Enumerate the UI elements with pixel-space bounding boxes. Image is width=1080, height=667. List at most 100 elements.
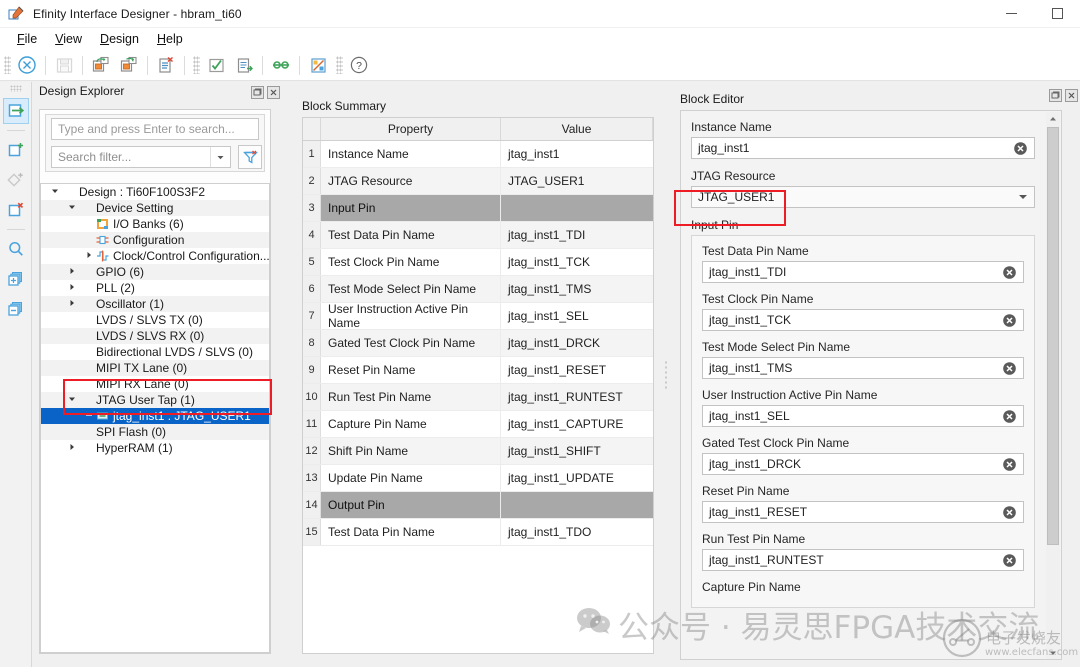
table-row[interactable]: 5Test Clock Pin Namejtag_inst1_TCK [303,249,653,276]
toolbar-grip[interactable] [336,56,343,74]
generate-report-icon[interactable] [230,52,258,78]
chevron-down-icon[interactable] [49,187,61,197]
funnel-filter-icon[interactable] [238,145,262,169]
clear-field-icon[interactable] [1002,553,1017,568]
tree-item[interactable]: HyperRAM (1) [41,440,269,456]
tree-item[interactable]: Device Setting [41,200,269,216]
tree-item[interactable]: JTAG User Tap (1) [41,392,269,408]
block-editor-scrollbar[interactable] [1046,112,1060,660]
new-diamond-icon[interactable] [3,167,29,193]
maximize-button[interactable] [1034,0,1080,28]
tree-item[interactable]: jtag_inst1 : JTAG_USER1 [41,408,269,424]
tree-item[interactable]: I/O Banks (6) [41,216,269,232]
instance-name-field[interactable]: jtag_inst1 [691,137,1035,159]
table-row[interactable]: 2JTAG ResourceJTAG_USER1 [303,168,653,195]
table-row[interactable]: 13Update Pin Namejtag_inst1_UPDATE [303,465,653,492]
new-instance-icon[interactable] [3,137,29,163]
pin-name-field[interactable]: jtag_inst1_TDI [702,261,1024,283]
table-row[interactable]: 6Test Mode Select Pin Namejtag_inst1_TMS [303,276,653,303]
scroll-down-arrow-icon[interactable] [1046,646,1060,660]
expand-all-icon[interactable] [3,266,29,292]
pin-name-field[interactable]: jtag_inst1_DRCK [702,453,1024,475]
clear-field-icon[interactable] [1002,409,1017,424]
chevron-right-icon[interactable] [66,299,78,309]
float-panel-icon[interactable] [251,86,264,99]
floorplan-icon[interactable] [304,52,332,78]
tree-leaf-marker[interactable] [83,411,95,421]
toolbar-grip[interactable] [4,56,11,74]
clear-field-icon[interactable] [1002,457,1017,472]
tree-item[interactable]: GPIO (6) [41,264,269,280]
link-icon[interactable] [267,52,295,78]
close-panel-icon[interactable] [267,86,280,99]
table-row[interactable]: 1Instance Namejtag_inst1 [303,141,653,168]
export-icon[interactable] [115,52,143,78]
pin-name-field[interactable]: jtag_inst1_RUNTEST [702,549,1024,571]
clear-field-icon[interactable] [1002,313,1017,328]
table-row[interactable]: 8Gated Test Clock Pin Namejtag_inst1_DRC… [303,330,653,357]
menu-design[interactable]: Design [91,30,148,48]
chevron-right-icon[interactable] [66,267,78,277]
pin-name-field[interactable]: jtag_inst1_RESET [702,501,1024,523]
panel-splitter[interactable] [664,360,669,390]
clear-field-icon[interactable] [1002,265,1017,280]
pin-name-value: jtag_inst1_SEL [709,409,790,423]
tree-item[interactable]: Configuration [41,232,269,248]
jtag-resource-combo[interactable]: JTAG_USER1 [691,186,1035,208]
pin-name-field[interactable]: jtag_inst1_TCK [702,309,1024,331]
delete-document-icon[interactable] [152,52,180,78]
tree-item[interactable]: LVDS / SLVS TX (0) [41,312,269,328]
collapse-all-icon[interactable] [3,296,29,322]
pin-name-field[interactable]: jtag_inst1_TMS [702,357,1024,379]
chevron-right-icon[interactable] [66,443,78,453]
tree-item[interactable]: MIPI TX Lane (0) [41,360,269,376]
search-input[interactable] [51,118,259,140]
search-icon[interactable] [3,236,29,262]
save-icon[interactable] [50,52,78,78]
minimize-button[interactable] [988,0,1034,28]
clear-field-icon[interactable] [1002,505,1017,520]
table-row[interactable]: 7User Instruction Active Pin Namejtag_in… [303,303,653,330]
table-row[interactable]: 9Reset Pin Namejtag_inst1_RESET [303,357,653,384]
tree-item[interactable]: Clock/Control Configuration... [41,248,269,264]
table-row[interactable]: 3Input Pin [303,195,653,222]
add-block-icon[interactable] [3,98,29,124]
left-strip-grip[interactable] [10,85,22,92]
table-row[interactable]: 14Output Pin [303,492,653,519]
clear-field-icon[interactable] [1013,141,1028,156]
menu-view[interactable]: View [46,30,91,48]
tree-item[interactable]: LVDS / SLVS RX (0) [41,328,269,344]
chevron-right-icon[interactable] [66,283,78,293]
tree-item[interactable]: Bidirectional LVDS / SLVS (0) [41,344,269,360]
search-filter-combo[interactable]: Search filter... [51,146,231,168]
help-icon[interactable]: ? [345,52,373,78]
table-row[interactable]: 11Capture Pin Namejtag_inst1_CAPTURE [303,411,653,438]
table-row[interactable]: 15Test Data Pin Namejtag_inst1_TDO [303,519,653,546]
chevron-down-icon[interactable] [66,203,78,213]
menu-file[interactable]: File [8,30,46,48]
tree-item[interactable]: PLL (2) [41,280,269,296]
chevron-right-icon[interactable] [83,251,95,261]
table-row[interactable]: 12Shift Pin Namejtag_inst1_SHIFT [303,438,653,465]
menu-help[interactable]: Help [148,30,192,48]
import-icon[interactable] [87,52,115,78]
close-design-icon[interactable] [13,52,41,78]
design-tree[interactable]: Design : Ti60F100S3F2Device SettingI/O B… [40,183,270,653]
table-row[interactable]: 10Run Test Pin Namejtag_inst1_RUNTEST [303,384,653,411]
scrollbar-thumb[interactable] [1047,127,1059,545]
table-row[interactable]: 4Test Data Pin Namejtag_inst1_TDI [303,222,653,249]
remove-instance-icon[interactable] [3,197,29,223]
block-editor-title: Block Editor [680,92,744,106]
float-panel-icon[interactable] [1049,89,1062,102]
tree-item[interactable]: Design : Ti60F100S3F2 [41,184,269,200]
toolbar-grip[interactable] [193,56,200,74]
tree-item[interactable]: MIPI RX Lane (0) [41,376,269,392]
clear-field-icon[interactable] [1002,361,1017,376]
close-panel-icon[interactable] [1065,89,1078,102]
scroll-up-arrow-icon[interactable] [1046,112,1060,126]
check-design-icon[interactable] [202,52,230,78]
chevron-down-icon[interactable] [66,395,78,405]
tree-item[interactable]: SPI Flash (0) [41,424,269,440]
pin-name-field[interactable]: jtag_inst1_SEL [702,405,1024,427]
tree-item[interactable]: Oscillator (1) [41,296,269,312]
